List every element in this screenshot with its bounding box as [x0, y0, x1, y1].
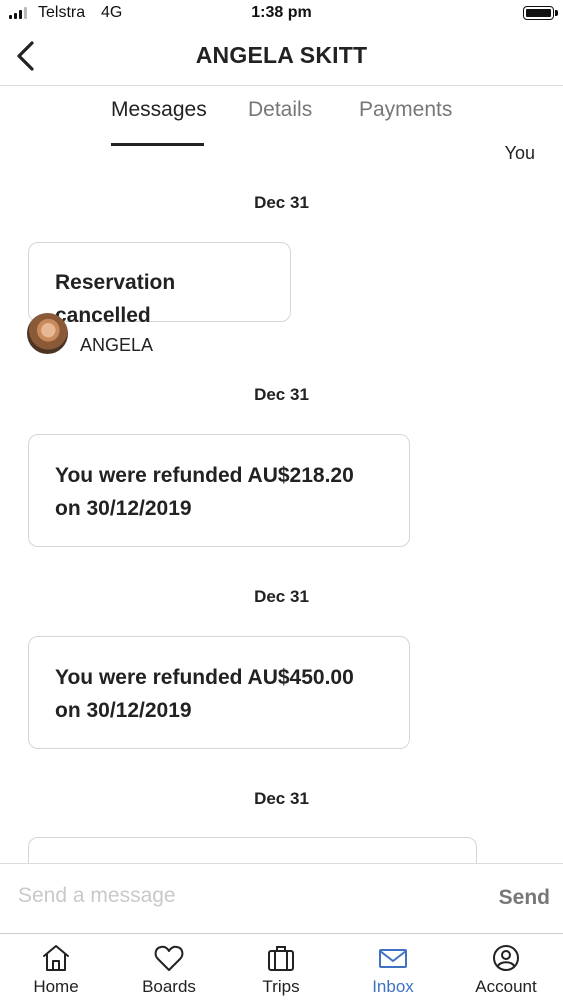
send-button[interactable]: Send: [499, 886, 550, 910]
message-date: Dec 31: [254, 385, 309, 404]
status-time: 1:38 pm: [251, 4, 312, 21]
battery-icon: [523, 6, 558, 20]
nav-trips[interactable]: Trips: [236, 934, 326, 1000]
home-icon: [43, 945, 69, 971]
status-bar: Telstra 4G 1:38 pm: [0, 0, 563, 28]
message-input[interactable]: [18, 884, 478, 908]
you-label: You: [504, 143, 535, 163]
active-tab-indicator: [111, 143, 204, 146]
message-date: Dec 31: [254, 789, 309, 808]
nav-label: Account: [475, 977, 537, 996]
page-title: ANGELA SKITT: [195, 42, 368, 68]
nav-label: Boards: [142, 977, 196, 996]
tab-payments[interactable]: Payments: [359, 98, 452, 122]
message-bubble: You were refunded AU$218.20 on 30/12/201…: [28, 434, 410, 547]
conversation-header: ANGELA SKITT: [0, 28, 563, 86]
message-bubble: Reservation cancelled: [28, 242, 291, 327]
nav-label: Home: [33, 977, 79, 996]
nav-account[interactable]: Account: [461, 934, 551, 1000]
nav-inbox[interactable]: Inbox: [348, 934, 438, 1000]
message-text: Reservation cancelled: [55, 271, 176, 327]
message-text: You were refunded AU$450.00 on 30/12/201…: [55, 666, 354, 722]
tab-messages[interactable]: Messages: [111, 98, 207, 122]
nav-home[interactable]: Home: [11, 934, 101, 1000]
suitcase-icon: [268, 946, 294, 971]
bottom-nav: Home Boards Trips Inbox Account: [0, 933, 563, 1000]
avatar: [27, 313, 68, 354]
nav-label: Inbox: [372, 977, 414, 996]
sender-name: ANGELA: [80, 335, 154, 355]
account-icon: [493, 945, 519, 971]
message-bubble: You were refunded AU$450.00 on 30/12/201…: [28, 636, 410, 749]
message-date: Dec 31: [254, 193, 309, 212]
heart-icon: [154, 945, 184, 971]
message-date: Dec 31: [254, 587, 309, 606]
message-text: You were refunded AU$218.20 on 30/12/201…: [55, 464, 354, 520]
nav-boards[interactable]: Boards: [124, 934, 214, 1000]
nav-label: Trips: [262, 977, 300, 996]
mail-icon: [379, 949, 407, 968]
message-composer: Send: [0, 863, 563, 933]
tab-bar: Messages Details Payments: [0, 98, 563, 148]
tab-details[interactable]: Details: [248, 98, 312, 122]
